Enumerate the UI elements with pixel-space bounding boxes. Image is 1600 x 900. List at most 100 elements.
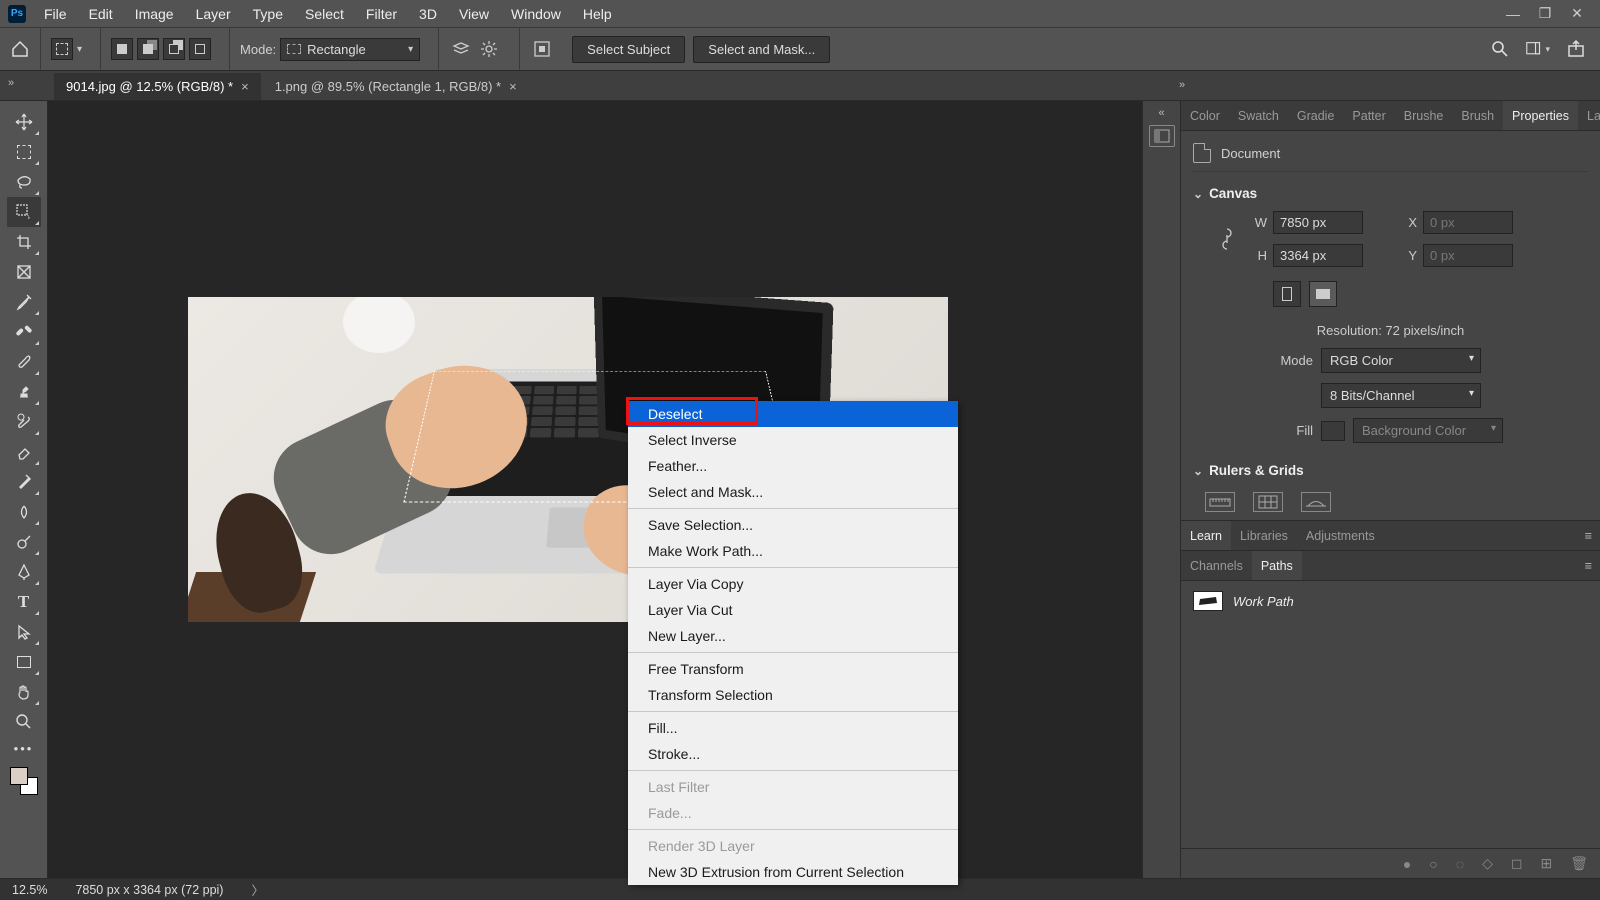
- sample-layers-icon[interactable]: [449, 37, 473, 61]
- context-new-3d-extrusion[interactable]: New 3D Extrusion from Current Selection: [628, 859, 958, 885]
- collapse-panels-icon[interactable]: »: [1179, 79, 1185, 91]
- eraser-tool-icon[interactable]: [7, 437, 41, 467]
- load-selection-icon[interactable]: ◌: [1456, 856, 1464, 872]
- height-input[interactable]: [1273, 244, 1363, 267]
- status-dimensions[interactable]: 7850 px x 3364 px (72 ppi): [75, 883, 223, 897]
- tab-adjustments[interactable]: Adjustments: [1297, 521, 1384, 550]
- move-tool-icon[interactable]: [7, 107, 41, 137]
- context-select-inverse[interactable]: Select Inverse: [628, 427, 958, 453]
- context-select-and-mask[interactable]: Select and Mask...: [628, 479, 958, 505]
- menu-view[interactable]: View: [449, 2, 499, 26]
- expand-dock-icon[interactable]: «: [1158, 107, 1164, 119]
- context-make-work-path[interactable]: Make Work Path...: [628, 538, 958, 564]
- tab-properties[interactable]: Properties: [1503, 101, 1578, 130]
- menu-help[interactable]: Help: [573, 2, 622, 26]
- context-layer-via-cut[interactable]: Layer Via Cut: [628, 597, 958, 623]
- eyedropper-tool-icon[interactable]: [7, 287, 41, 317]
- marquee-tool-icon[interactable]: [7, 137, 41, 167]
- menu-file[interactable]: File: [34, 2, 77, 26]
- make-work-path-icon[interactable]: ◇: [1482, 855, 1493, 872]
- tab-libraries[interactable]: Libraries: [1231, 521, 1297, 550]
- status-more-icon[interactable]: 〉: [251, 880, 264, 899]
- panel-menu-icon[interactable]: ≡: [1577, 559, 1600, 573]
- healing-brush-tool-icon[interactable]: [7, 317, 41, 347]
- tab-brushes[interactable]: Brushe: [1395, 101, 1453, 130]
- subtract-selection-icon[interactable]: [163, 38, 185, 60]
- type-tool-icon[interactable]: T: [7, 587, 41, 617]
- select-subject-icon[interactable]: [530, 37, 554, 61]
- menu-layer[interactable]: Layer: [186, 2, 241, 26]
- context-deselect[interactable]: Deselect: [628, 401, 958, 427]
- close-icon[interactable]: ×: [509, 79, 517, 94]
- add-mask-icon[interactable]: ◻: [1511, 855, 1523, 872]
- document-tab-1[interactable]: 9014.jpg @ 12.5% (RGB/8) *×: [54, 73, 261, 100]
- menu-window[interactable]: Window: [501, 2, 571, 26]
- tab-color[interactable]: Color: [1181, 101, 1229, 130]
- frame-tool-icon[interactable]: [7, 257, 41, 287]
- menu-select[interactable]: Select: [295, 2, 354, 26]
- workspace-switcher-icon[interactable]: ▾: [1526, 37, 1550, 61]
- window-close-button[interactable]: ✕: [1562, 3, 1592, 25]
- delete-path-icon[interactable]: 🗑: [1570, 855, 1588, 872]
- blur-tool-icon[interactable]: [7, 497, 41, 527]
- object-selection-tool-icon[interactable]: [7, 197, 41, 227]
- bit-depth-select[interactable]: 8 Bits/Channel: [1321, 383, 1481, 408]
- tool-preset-picker[interactable]: [51, 38, 73, 60]
- link-dimensions-icon[interactable]: [1201, 225, 1253, 253]
- context-free-transform[interactable]: Free Transform: [628, 656, 958, 682]
- dodge-tool-icon[interactable]: [7, 527, 41, 557]
- menu-type[interactable]: Type: [243, 2, 293, 26]
- menu-image[interactable]: Image: [125, 2, 184, 26]
- path-item[interactable]: Work Path: [1191, 587, 1590, 615]
- zoom-tool-icon[interactable]: [7, 707, 41, 737]
- section-canvas[interactable]: Canvas: [1193, 186, 1588, 201]
- tab-learn[interactable]: Learn: [1181, 521, 1231, 550]
- section-rulers-grids[interactable]: Rulers & Grids: [1193, 463, 1588, 478]
- select-subject-button[interactable]: Select Subject: [572, 36, 685, 63]
- menu-edit[interactable]: Edit: [79, 2, 123, 26]
- edit-toolbar-icon[interactable]: •••: [7, 737, 41, 759]
- crop-tool-icon[interactable]: [7, 227, 41, 257]
- window-minimize-button[interactable]: —: [1498, 3, 1528, 25]
- history-panel-icon[interactable]: [1149, 125, 1175, 147]
- stroke-path-icon[interactable]: ○: [1429, 856, 1437, 872]
- context-fill[interactable]: Fill...: [628, 715, 958, 741]
- fill-select[interactable]: Background Color: [1353, 418, 1503, 443]
- guides-icon[interactable]: [1301, 492, 1331, 512]
- close-icon[interactable]: ×: [241, 79, 249, 94]
- status-zoom[interactable]: 12.5%: [12, 883, 47, 897]
- home-icon[interactable]: [8, 37, 32, 61]
- window-restore-button[interactable]: ❐: [1530, 3, 1560, 25]
- context-layer-via-copy[interactable]: Layer Via Copy: [628, 571, 958, 597]
- context-feather[interactable]: Feather...: [628, 453, 958, 479]
- context-transform-selection[interactable]: Transform Selection: [628, 682, 958, 708]
- hand-tool-icon[interactable]: [7, 677, 41, 707]
- tab-channels[interactable]: Channels: [1181, 551, 1252, 580]
- settings-gear-icon[interactable]: [477, 37, 501, 61]
- new-path-icon[interactable]: ⊞: [1540, 855, 1552, 872]
- select-and-mask-button[interactable]: Select and Mask...: [693, 36, 830, 63]
- tab-patterns[interactable]: Patter: [1343, 101, 1394, 130]
- add-selection-icon[interactable]: [137, 38, 159, 60]
- color-mode-select[interactable]: RGB Color: [1321, 348, 1481, 373]
- history-brush-tool-icon[interactable]: [7, 407, 41, 437]
- tab-layers[interactable]: Layers: [1578, 101, 1600, 130]
- context-save-selection[interactable]: Save Selection...: [628, 512, 958, 538]
- search-icon[interactable]: [1488, 37, 1512, 61]
- panel-menu-icon[interactable]: ≡: [1577, 529, 1600, 543]
- rectangle-tool-icon[interactable]: [7, 647, 41, 677]
- width-input[interactable]: [1273, 211, 1363, 234]
- foreground-background-swatch[interactable]: [10, 767, 38, 795]
- intersect-selection-icon[interactable]: [189, 38, 211, 60]
- share-icon[interactable]: [1564, 37, 1588, 61]
- fill-swatch[interactable]: [1321, 421, 1345, 441]
- rulers-icon[interactable]: [1205, 492, 1235, 512]
- document-tab-2[interactable]: 1.png @ 89.5% (Rectangle 1, RGB/8) *×: [263, 73, 529, 100]
- context-new-layer[interactable]: New Layer...: [628, 623, 958, 649]
- tab-gradients[interactable]: Gradie: [1288, 101, 1344, 130]
- expand-panels-icon[interactable]: »: [8, 77, 14, 89]
- brush-tool-icon[interactable]: [7, 347, 41, 377]
- context-stroke[interactable]: Stroke...: [628, 741, 958, 767]
- new-selection-icon[interactable]: [111, 38, 133, 60]
- pen-tool-icon[interactable]: [7, 557, 41, 587]
